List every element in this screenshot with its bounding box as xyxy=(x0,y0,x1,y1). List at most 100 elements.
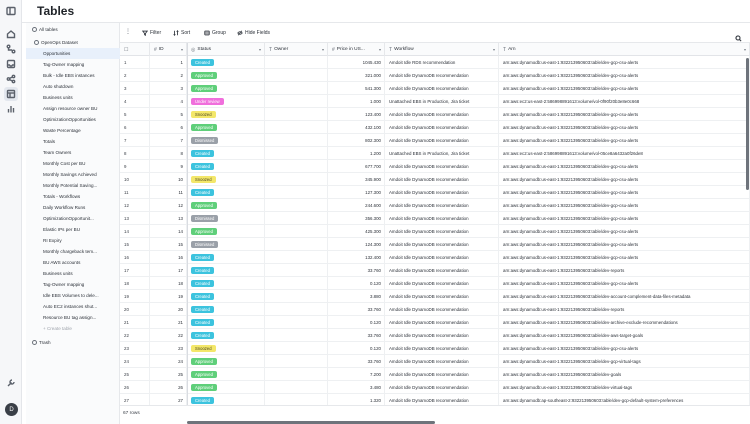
cell-status[interactable]: Created xyxy=(187,56,265,69)
row-number[interactable]: 16 xyxy=(120,251,150,264)
cell-arn[interactable]: arn:aws:dynamodb:us-east-1:932213950603:… xyxy=(499,56,750,69)
cell-workflow[interactable]: Amdoit Idle DynamoDB recommendation xyxy=(385,290,499,303)
cell-arn[interactable]: arn:aws:dynamodb:us-east-1:932213950603:… xyxy=(499,108,750,121)
cell-owner[interactable] xyxy=(265,108,328,121)
cell-owner[interactable] xyxy=(265,355,328,368)
cell-price[interactable]: 33.760 xyxy=(328,329,385,342)
row-number[interactable]: 15 xyxy=(120,238,150,251)
cell-id[interactable]: 10 xyxy=(150,173,187,186)
tree-table-item[interactable]: Daily Workflow Runs xyxy=(26,202,120,213)
row-number[interactable]: 14 xyxy=(120,225,150,238)
cell-workflow[interactable]: Amdoit Idle DynamoDB recommendation xyxy=(385,173,499,186)
table-row[interactable]: 12 12 Approved 244.600 Amdoit Idle DynamoDB … xyxy=(120,199,750,212)
cell-price[interactable]: 0.120 xyxy=(328,277,385,290)
cell-price[interactable]: 0.120 xyxy=(328,316,385,329)
cell-id[interactable]: 1 xyxy=(150,56,187,69)
cell-arn[interactable]: arn:aws:dynamodb:us-east-1:932213950603:… xyxy=(499,251,750,264)
cell-arn[interactable]: arn:aws:dynamodb:us-east-1:932213950603:… xyxy=(499,303,750,316)
cell-arn[interactable]: arn:aws:dynamodb:us-east-1:932213950603:… xyxy=(499,82,750,95)
row-number[interactable]: 25 xyxy=(120,368,150,381)
cell-arn[interactable]: arn:aws:dynamodb:us-east-1:932213950603:… xyxy=(499,264,750,277)
cell-status[interactable]: Approved xyxy=(187,355,265,368)
row-number[interactable]: 24 xyxy=(120,355,150,368)
cell-arn[interactable]: arn:aws:dynamodb:us-east-1:932213950603:… xyxy=(499,134,750,147)
row-number[interactable]: 9 xyxy=(120,160,150,173)
row-number[interactable]: 19 xyxy=(120,290,150,303)
table-row[interactable]: 27 27 Created 1.320 Amdoit Idle DynamoDB rec… xyxy=(120,394,750,405)
table-row[interactable]: 16 16 Created 132.400 Amdoit Idle DynamoDB r… xyxy=(120,251,750,264)
row-number[interactable]: 1 xyxy=(120,56,150,69)
column-header-status[interactable]: ◎ Status ▾ xyxy=(187,43,265,56)
tree-table-item[interactable]: Monthly Potential Saving... xyxy=(26,180,120,191)
table-row[interactable]: 6 6 Approved 432.100 Amdoit Idle DynamoDB re… xyxy=(120,121,750,134)
cell-owner[interactable] xyxy=(265,212,328,225)
cell-workflow[interactable]: Amdoit Idle DynamoDB recommendation xyxy=(385,342,499,355)
tree-table-item[interactable]: Monthly chargeback tem... xyxy=(26,246,120,257)
cell-id[interactable]: 17 xyxy=(150,264,187,277)
tree-table-item[interactable]: Totals - Workflows xyxy=(26,191,120,202)
cell-id[interactable]: 6 xyxy=(150,121,187,134)
tree-table-item[interactable]: Resource BU tag assign... xyxy=(26,312,120,323)
cell-price[interactable]: 33.760 xyxy=(328,355,385,368)
cell-status[interactable]: Created xyxy=(187,251,265,264)
row-number[interactable]: 11 xyxy=(120,186,150,199)
cell-price[interactable]: 1045.430 xyxy=(328,56,385,69)
cell-price[interactable]: 1.000 xyxy=(328,95,385,108)
row-number[interactable]: 27 xyxy=(120,394,150,405)
row-number[interactable]: 6 xyxy=(120,121,150,134)
row-number[interactable]: 20 xyxy=(120,303,150,316)
share-icon[interactable] xyxy=(4,72,18,86)
column-header-price[interactable]: # Price in US... ▾ xyxy=(328,43,385,56)
cell-status[interactable]: Approved xyxy=(187,225,265,238)
cell-workflow[interactable]: Amdoit Idle DynamoDB recommendation xyxy=(385,329,499,342)
cell-workflow[interactable]: Amdoit Idle DynamoDB recommendation xyxy=(385,355,499,368)
cell-workflow[interactable]: Amdoit Idle DynamoDB recommendation xyxy=(385,225,499,238)
table-row[interactable]: 9 9 Created 677.700 Amdoit Idle DynamoDB rec… xyxy=(120,160,750,173)
tree-table-item[interactable]: Bulk - Idle EBS instances xyxy=(26,70,120,81)
sidebar-toggle-icon[interactable] xyxy=(4,4,18,18)
cell-arn[interactable]: arn:aws:dynamodb:us-east-1:932213950603:… xyxy=(499,160,750,173)
cell-owner[interactable] xyxy=(265,238,328,251)
chart-icon[interactable] xyxy=(4,102,18,116)
cell-id[interactable]: 24 xyxy=(150,355,187,368)
tree-table-item[interactable]: Auto shutdown xyxy=(26,81,120,92)
cell-owner[interactable] xyxy=(265,56,328,69)
cell-price[interactable]: 123.400 xyxy=(328,108,385,121)
tree-trash[interactable]: Trash xyxy=(26,337,120,348)
cell-owner[interactable] xyxy=(265,225,328,238)
row-number[interactable]: 18 xyxy=(120,277,150,290)
cell-workflow[interactable]: Amdoit Idle DynamoDB recommendation xyxy=(385,238,499,251)
row-number[interactable]: 17 xyxy=(120,264,150,277)
cell-workflow[interactable]: Amdoit Idle DynamoDB recommendation xyxy=(385,69,499,82)
cell-workflow[interactable]: Amdoit Idle DynamoDB recommendation xyxy=(385,316,499,329)
cell-arn[interactable]: arn:aws:dynamodb:us-east-1:932213950603:… xyxy=(499,355,750,368)
row-number[interactable]: 4 xyxy=(120,95,150,108)
table-row[interactable]: 7 7 Dismissed 802.300 Amdoit Idle DynamoDB r… xyxy=(120,134,750,147)
table-row[interactable]: 19 19 Created 3.880 Amdoit Idle DynamoDB rec… xyxy=(120,290,750,303)
cell-status[interactable]: Approved xyxy=(187,69,265,82)
tree-table-item[interactable]: Team Owners xyxy=(26,147,120,158)
wrench-icon[interactable] xyxy=(4,376,18,390)
cell-id[interactable]: 12 xyxy=(150,199,187,212)
cell-status[interactable]: Created xyxy=(187,147,265,160)
cell-arn[interactable]: arn:aws:dynamodb:us-east-1:932213950603:… xyxy=(499,290,750,303)
search-icon[interactable] xyxy=(735,29,742,42)
cell-id[interactable]: 23 xyxy=(150,342,187,355)
cell-workflow[interactable]: Amdoit Idle DynamoDB recommendation xyxy=(385,303,499,316)
cell-status[interactable]: Created xyxy=(187,329,265,342)
cell-owner[interactable] xyxy=(265,251,328,264)
cell-price[interactable]: 132.400 xyxy=(328,251,385,264)
cell-arn[interactable]: arn:aws:dynamodb:us-east-1:932213950603:… xyxy=(499,173,750,186)
cell-status[interactable]: Dismissed xyxy=(187,238,265,251)
row-number[interactable]: 3 xyxy=(120,82,150,95)
tree-table-item[interactable]: Business units xyxy=(26,92,120,103)
cell-id[interactable]: 8 xyxy=(150,147,187,160)
cell-workflow[interactable]: Amdoit Idle DynamoDB recommendation xyxy=(385,121,499,134)
tree-table-item[interactable]: Totals xyxy=(26,136,120,147)
cell-price[interactable]: 124.300 xyxy=(328,238,385,251)
tree-table-item[interactable]: Business units xyxy=(26,268,120,279)
cell-workflow[interactable]: Amdoit Idle DynamoDB recommendation xyxy=(385,394,499,405)
table-row[interactable]: 17 17 Created 33.760 Amdoit Idle DynamoDB re… xyxy=(120,264,750,277)
tree-table-item[interactable]: Opportunities xyxy=(26,48,120,59)
cell-arn[interactable]: arn:aws:dynamodb:us-east-1:932213950603:… xyxy=(499,381,750,394)
